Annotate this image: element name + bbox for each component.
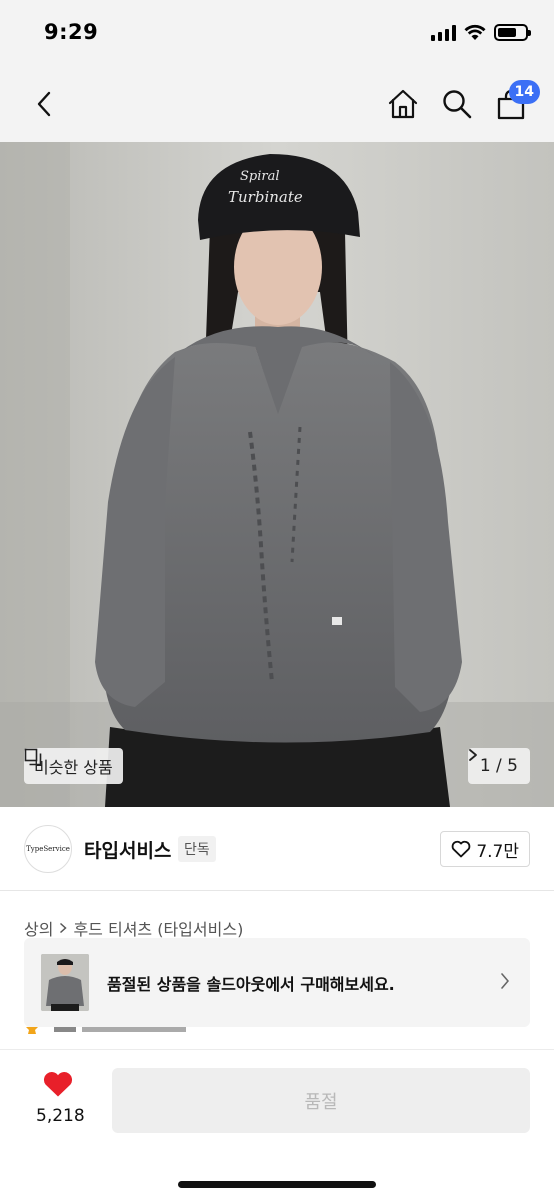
heart-filled-icon[interactable] <box>42 1070 74 1098</box>
cellular-signal-icon <box>431 24 456 41</box>
wishlist-count: 5,218 <box>36 1106 85 1126</box>
soldout-redirect-banner[interactable]: 품절된 상품을 솔드아웃에서 구매해보세요. <box>24 938 530 1027</box>
status-bar: 9:29 <box>0 0 554 66</box>
brand-like-button[interactable]: 7.7만 <box>440 831 530 867</box>
chevron-right-icon <box>468 749 477 761</box>
brand-logo[interactable]: TypeService <box>24 825 72 873</box>
home-icon <box>388 89 418 119</box>
product-image-carousel[interactable]: Spiral Turbinate 비슷한 상품 1 / 5 <box>0 142 554 807</box>
image-pager-label: 1 / 5 <box>479 756 518 776</box>
similar-products-button[interactable]: 비슷한 상품 <box>24 748 123 784</box>
chevron-left-icon <box>37 91 51 117</box>
breadcrumb-category[interactable]: 상의 <box>24 916 53 940</box>
heart-outline-icon <box>451 840 471 858</box>
wifi-icon <box>464 24 486 40</box>
battery-icon <box>494 24 531 41</box>
top-nav-bar: 14 <box>0 66 554 142</box>
nav-actions: 14 <box>386 80 540 122</box>
search-button[interactable] <box>440 86 474 122</box>
chevron-right-icon <box>60 922 68 934</box>
status-time: 9:29 <box>44 20 99 44</box>
status-icons <box>431 24 531 41</box>
breadcrumb-subcategory[interactable]: 후드 티셔츠 (타입서비스) <box>73 916 243 940</box>
similar-products-label: 비슷한 상품 <box>34 758 113 777</box>
soldout-buy-button[interactable]: 품절 <box>112 1068 530 1133</box>
cart-button[interactable]: 14 <box>494 80 540 122</box>
exclusive-badge: 단독 <box>178 836 216 862</box>
product-photo: Spiral Turbinate <box>0 142 554 807</box>
soldout-banner-text: 품절된 상품을 솔드아웃에서 구매해보세요. <box>107 975 395 994</box>
copy-squares-icon <box>24 748 42 766</box>
home-button[interactable] <box>386 86 420 122</box>
home-indicator <box>178 1181 376 1188</box>
svg-text:Spiral: Spiral <box>240 169 280 184</box>
brand-name[interactable]: 타입서비스 <box>84 836 171 863</box>
image-pager[interactable]: 1 / 5 <box>467 748 530 784</box>
bottom-action-bar: 5,218 품절 <box>0 1049 554 1200</box>
breadcrumb: 상의 후드 티셔츠 (타입서비스) <box>24 916 243 940</box>
cart-count-badge: 14 <box>508 80 540 104</box>
banner-product-thumbnail <box>41 954 89 1011</box>
brand-like-count: 7.7만 <box>476 841 519 862</box>
search-icon <box>443 90 472 119</box>
chevron-right-icon <box>501 973 509 989</box>
back-button[interactable] <box>28 86 60 122</box>
svg-text:Turbinate: Turbinate <box>228 188 303 206</box>
brand-row: TypeService 타입서비스 단독 7.7만 <box>0 807 554 891</box>
